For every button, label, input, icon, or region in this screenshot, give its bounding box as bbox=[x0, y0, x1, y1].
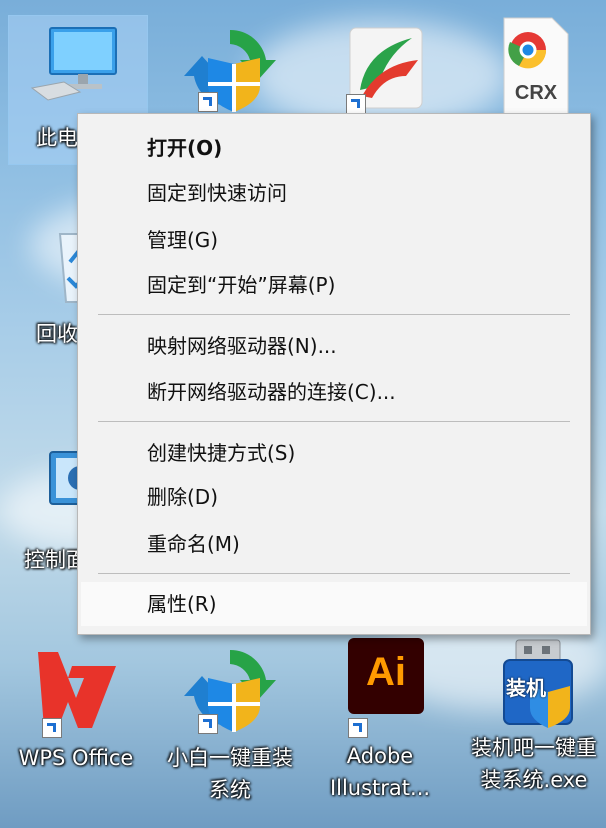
menu-item-properties[interactable]: 属性(R) bbox=[81, 582, 587, 626]
menu-item-delete[interactable]: 删除(D) bbox=[81, 475, 587, 519]
menu-separator bbox=[98, 314, 570, 315]
desktop-icon-app-top[interactable] bbox=[310, 20, 450, 116]
illustrator-icon: Ai bbox=[332, 638, 428, 738]
desktop-icon-label: 装机吧一键重 装系统.exe bbox=[471, 736, 597, 792]
shortcut-arrow-icon bbox=[42, 718, 62, 738]
menu-item-create-shortcut[interactable]: 创建快捷方式(S) bbox=[81, 431, 587, 475]
menu-item-rename[interactable]: 重命名(M) bbox=[81, 522, 587, 566]
zhuangji-label: 装机 bbox=[506, 676, 546, 700]
zhuangjiba-usb-icon: 装机 bbox=[486, 634, 582, 730]
wps-office-icon bbox=[28, 642, 124, 738]
menu-separator bbox=[98, 573, 570, 574]
menu-item-manage[interactable]: 管理(G) bbox=[81, 218, 587, 262]
desktop-icon-zhuangjiba[interactable]: 装机 装机吧一键重 装系统.exe bbox=[464, 634, 604, 796]
menu-separator bbox=[98, 421, 570, 422]
computer-icon bbox=[30, 22, 126, 118]
shortcut-arrow-icon bbox=[348, 718, 368, 738]
reinstall-arrows-icon bbox=[182, 20, 278, 116]
desktop-icon-label: Adobe Illustrat... bbox=[329, 744, 431, 800]
menu-item-pin-quick-access[interactable]: 固定到快速访问 bbox=[81, 171, 587, 215]
shortcut-arrow-icon bbox=[198, 92, 218, 112]
menu-item-open[interactable]: 打开(O) bbox=[81, 126, 587, 170]
app-chart-icon bbox=[332, 20, 428, 116]
desktop-icon-label: 小白一键重装 系统 bbox=[167, 746, 293, 802]
menu-item-pin-start[interactable]: 固定到“开始”屏幕(P) bbox=[81, 263, 587, 307]
desktop-icon-label: WPS Office bbox=[18, 746, 134, 770]
reinstall-arrows-icon bbox=[182, 640, 278, 736]
desktop-icon-crx[interactable]: CRX bbox=[460, 16, 600, 115]
shortcut-arrow-icon bbox=[198, 714, 218, 734]
desktop-icon-adobe-illustrator[interactable]: Ai Adobe Illustrat... bbox=[310, 638, 450, 804]
illustrator-logo-text: Ai bbox=[366, 650, 406, 694]
shortcut-arrow-icon bbox=[346, 94, 366, 114]
crx-label: CRX bbox=[514, 82, 558, 104]
menu-item-disconnect-network-drive[interactable]: 断开网络驱动器的连接(C)... bbox=[81, 370, 587, 414]
desktop-icon-xiaobai-reinstall[interactable]: 小白一键重装 系统 bbox=[160, 640, 300, 806]
crx-file-icon: CRX bbox=[482, 16, 578, 115]
context-menu: 打开(O) 固定到快速访问 管理(G) 固定到“开始”屏幕(P) 映射网络驱动器… bbox=[77, 113, 591, 635]
desktop-icon-wps-office[interactable]: WPS Office bbox=[6, 642, 146, 774]
desktop-icon-xiaobai-top[interactable] bbox=[160, 20, 300, 116]
menu-item-map-network-drive[interactable]: 映射网络驱动器(N)... bbox=[81, 324, 587, 368]
